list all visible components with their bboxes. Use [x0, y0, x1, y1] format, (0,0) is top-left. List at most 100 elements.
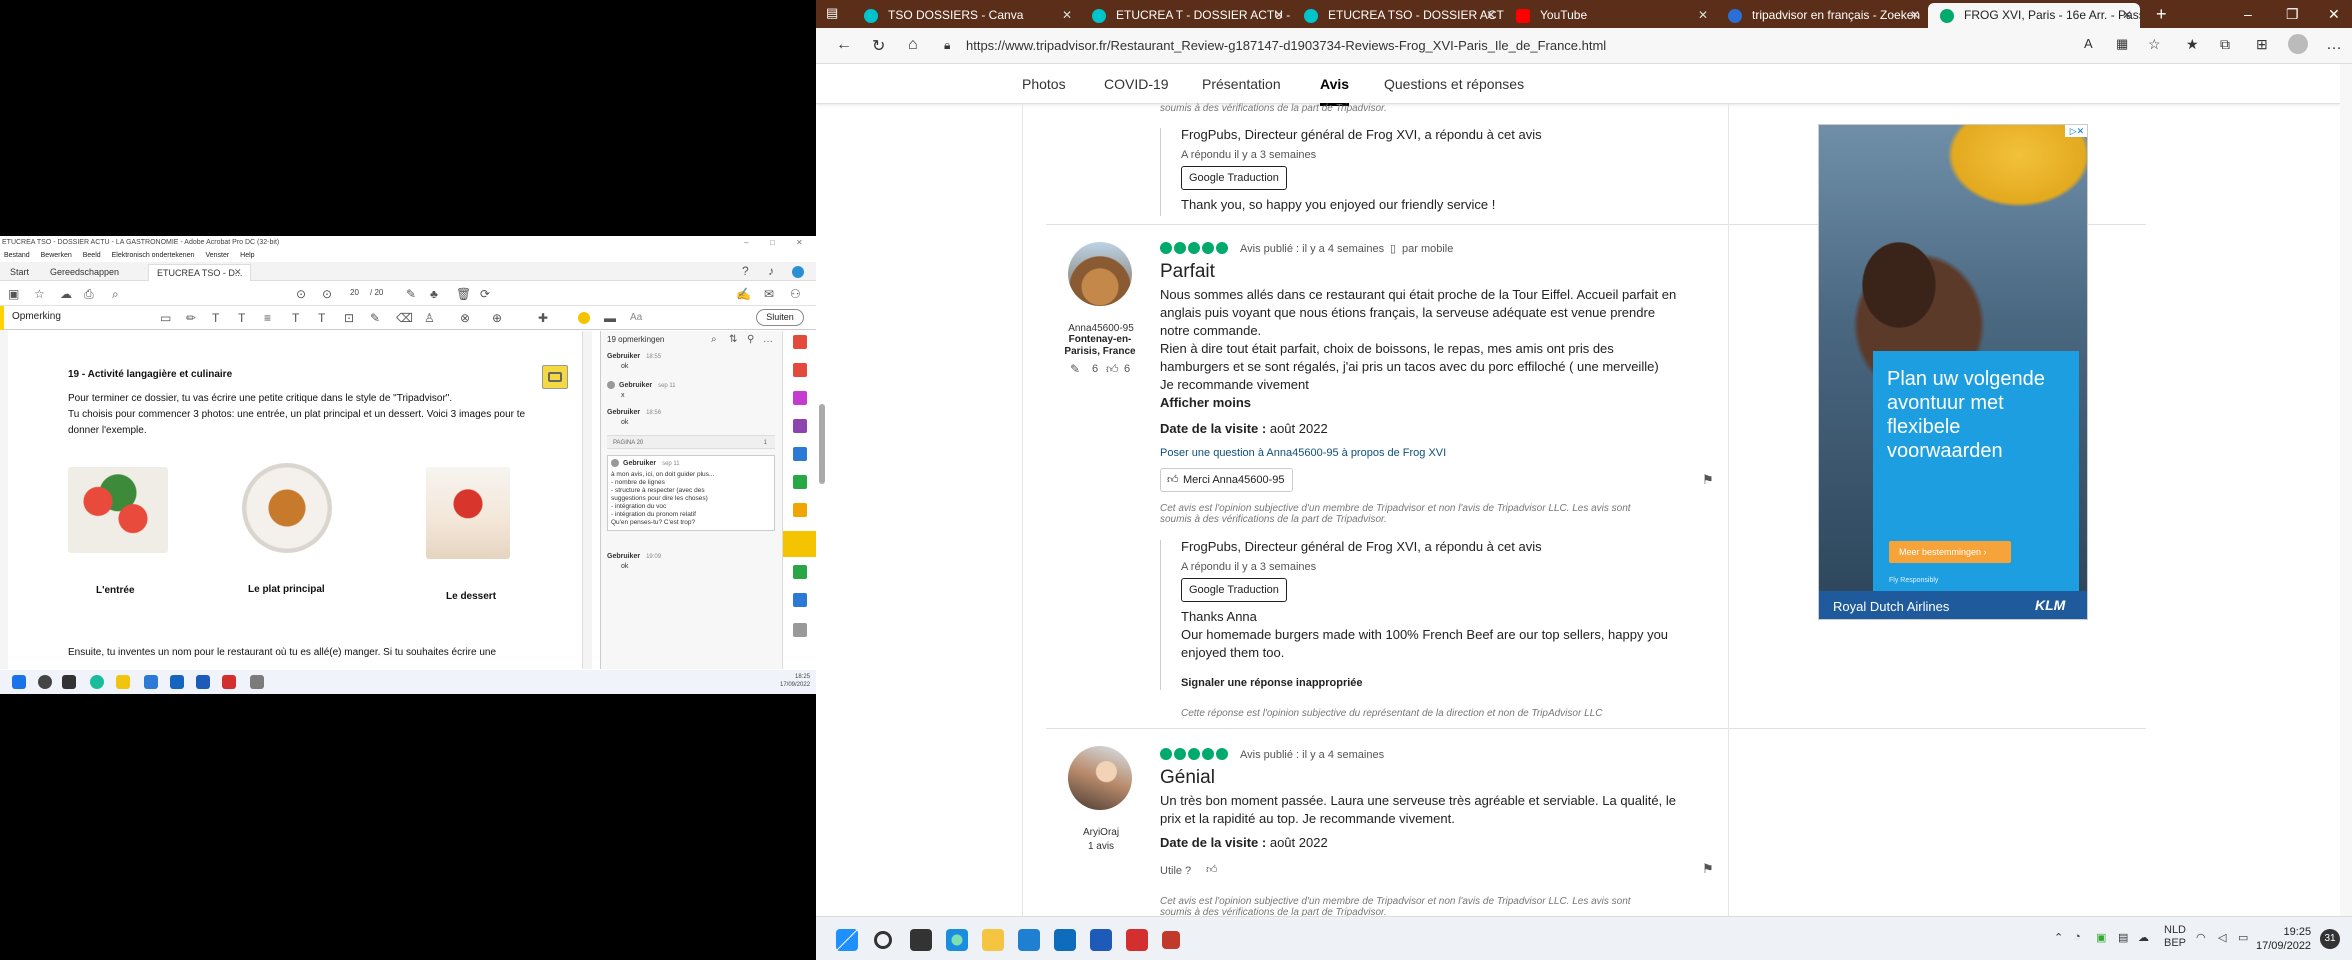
maximize-icon[interactable]: □	[770, 236, 775, 250]
subnav-covid[interactable]: COVID-19	[1104, 76, 1169, 92]
tray-icon-1[interactable]: ◔	[2074, 931, 2081, 943]
comment-1[interactable]: Gebruiker 18:55 ok	[607, 353, 775, 371]
sign-icon[interactable]: ✍	[736, 287, 751, 301]
refresh-icon[interactable]: ↻	[872, 36, 885, 56]
mail-icon[interactable]: ✉	[764, 287, 774, 301]
menu-ondertekenen[interactable]: Elektronisch ondertekenen	[112, 252, 195, 259]
chevron-up-icon[interactable]: ⌃	[2054, 931, 2063, 944]
page-down-icon[interactable]: ⊙	[322, 287, 332, 301]
close-comment-button[interactable]: Sluiten	[756, 309, 804, 326]
google-translate-button[interactable]: Google Traduction	[1181, 166, 1287, 190]
strike-icon[interactable]: ≡	[264, 311, 271, 325]
tab-close-icon[interactable]: ✕	[1698, 3, 1708, 28]
stamp-tool-icon[interactable]: ♙	[424, 311, 435, 325]
menu-beeld[interactable]: Beeld	[83, 252, 101, 259]
note-icon[interactable]: ▭	[160, 311, 171, 325]
edge-icon[interactable]	[90, 675, 104, 689]
attach-icon[interactable]: ⊗	[460, 311, 470, 325]
comment-5[interactable]: Gebruiker 19:09 ok	[607, 553, 775, 571]
account-icon[interactable]	[792, 266, 804, 278]
comment-2[interactable]: Gebruiker sep 11 x	[607, 381, 775, 400]
flag-icon[interactable]: ⚑	[1702, 861, 1714, 877]
tab-gereedschappen[interactable]: Gereedschappen	[50, 264, 119, 281]
browser-tab-1[interactable]: TSO DOSSIERS - Canva ✕	[852, 3, 1080, 28]
fill-sign-icon[interactable]	[793, 503, 807, 517]
thank-button[interactable]: 👍︎ Merci Anna45600-95	[1160, 468, 1293, 492]
teams-icon[interactable]	[1018, 929, 1040, 951]
tab-actions-icon[interactable]: ▤	[826, 6, 838, 20]
notification-badge[interactable]: 31	[2320, 929, 2340, 949]
close-icon[interactable]: ✕	[2328, 0, 2340, 28]
taskview-icon[interactable]	[62, 675, 76, 689]
favorites-icon[interactable]: ★	[2186, 36, 2199, 53]
star-icon[interactable]: ☆	[34, 287, 45, 301]
redact-icon[interactable]	[793, 593, 807, 607]
textbox-icon[interactable]: T	[318, 311, 325, 325]
font-size-tool[interactable]: Aa	[630, 312, 642, 323]
print-icon[interactable]: ⎙	[84, 287, 94, 301]
line-weight-icon[interactable]: ▬	[604, 311, 616, 325]
organize-icon[interactable]	[793, 419, 807, 433]
settings-menu-icon[interactable]: …	[2326, 36, 2342, 54]
browser-tab-5[interactable]: tripadvisor en français - Zoeken ✕	[1716, 3, 1928, 28]
combine-icon[interactable]	[793, 475, 807, 489]
ad-cta-button[interactable]: Meer bestemmingen ›	[1889, 541, 2011, 563]
home-icon[interactable]: ⌂	[908, 36, 918, 54]
review-title[interactable]: Parfait	[1160, 260, 1215, 284]
sticky-note-icon[interactable]	[542, 365, 568, 389]
edit-icon[interactable]: ✎	[406, 287, 416, 301]
share-icon[interactable]: ⚇	[790, 287, 801, 301]
extensions-icon[interactable]: ⊞	[2256, 36, 2268, 53]
tab-close-icon[interactable]: ✕	[2122, 3, 2132, 28]
teams-icon[interactable]	[144, 675, 158, 689]
acrobat-icon[interactable]	[1126, 929, 1148, 951]
lock-icon[interactable]: 🔒︎	[944, 38, 950, 53]
search-icon[interactable]	[38, 675, 52, 689]
menu-bewerken[interactable]: Bewerken	[41, 252, 72, 259]
tab-close-icon[interactable]: ✕	[1274, 3, 1284, 28]
tab-close-icon[interactable]: ✕	[1062, 3, 1072, 28]
search-icon[interactable]: ⌕	[711, 333, 717, 347]
zoom-icon[interactable]: ⌕	[112, 287, 119, 301]
thumbs-up-icon[interactable]: 👍︎	[1206, 861, 1218, 879]
filter-icon[interactable]: ⚲	[747, 333, 754, 347]
menu-venster[interactable]: Venster	[205, 252, 229, 259]
color-picker-icon[interactable]	[578, 312, 590, 324]
more-tools-icon[interactable]	[793, 623, 807, 637]
scrollbar-thumb[interactable]	[819, 404, 825, 484]
tab-start[interactable]: Start	[10, 264, 29, 281]
outlook-icon[interactable]	[170, 675, 184, 689]
subnav-questions[interactable]: Questions et réponses	[1384, 76, 1524, 92]
windows-start-icon[interactable]	[12, 675, 26, 689]
collections-icon[interactable]: ⧉	[2220, 36, 2230, 53]
app-icon[interactable]: ▦	[2116, 36, 2128, 52]
comment-3[interactable]: Gebruiker 18:56 ok	[607, 409, 775, 427]
underline-icon[interactable]: T	[238, 311, 245, 325]
word-icon[interactable]	[1090, 929, 1112, 951]
subnav-photos[interactable]: Photos	[1022, 76, 1066, 92]
export-pdf-icon[interactable]	[793, 335, 807, 349]
browser-tab-active[interactable]: FROG XVI, Paris - 16e Arr. - Pass ✕	[1928, 3, 2140, 28]
clock[interactable]: 19:25 17/09/2022	[2256, 925, 2311, 953]
save-icon[interactable]: ▣	[8, 287, 19, 301]
tray-icon-3[interactable]: ▤	[2118, 931, 2128, 944]
acrobat-icon[interactable]	[222, 675, 236, 689]
bell-icon[interactable]: ♪	[768, 264, 774, 278]
edge-icon[interactable]	[946, 929, 968, 951]
report-response-link[interactable]: Signaler une réponse inappropriée	[1181, 674, 1363, 692]
klm-ad[interactable]: ▷✕ Plan uw volgende avontuur met flexibe…	[1818, 124, 2088, 620]
doc-scrollbar[interactable]	[582, 331, 592, 669]
tray-icon-2[interactable]: ▣	[2096, 931, 2106, 944]
protect-icon[interactable]	[793, 447, 807, 461]
minimize-icon[interactable]: –	[744, 236, 748, 250]
restore-icon[interactable]: ❐	[2286, 0, 2299, 28]
volume-icon[interactable]: ◁	[2218, 931, 2226, 944]
url-field[interactable]: https://www.tripadvisor.fr/Restaurant_Re…	[966, 34, 1866, 58]
delete-icon[interactable]: 🗑	[456, 287, 471, 301]
menu-bestand[interactable]: Bestand	[4, 252, 30, 259]
wifi-icon[interactable]: ◠	[2196, 931, 2206, 944]
ask-question-link[interactable]: Poser une question à Anna45600-95 à prop…	[1160, 444, 1446, 462]
menu-help[interactable]: Help	[240, 252, 254, 259]
create-pdf-icon[interactable]	[793, 363, 807, 377]
avatar[interactable]	[1068, 242, 1132, 306]
